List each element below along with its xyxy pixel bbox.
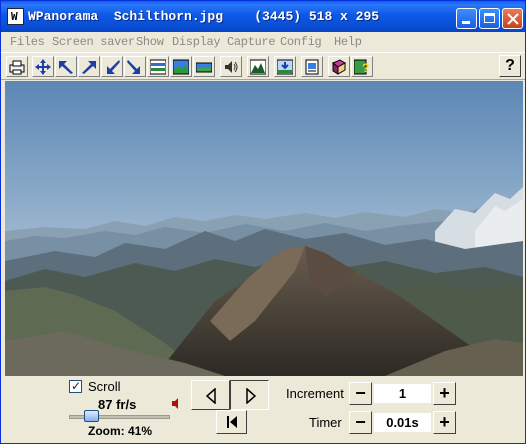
timer-plus-button[interactable]: + [433,411,456,434]
menu-files[interactable]: Files [10,35,45,49]
panorama-image [5,81,523,376]
print-icon [9,60,25,75]
timer-minus-button[interactable]: − [349,411,372,434]
panorama-strip-icon [150,59,166,75]
print-button[interactable] [6,56,28,77]
landscape-button[interactable] [247,56,269,77]
close-button[interactable] [502,8,523,29]
shrink-left-button[interactable] [55,56,77,77]
panorama-view[interactable] [5,81,523,376]
speaker-icon [172,398,178,409]
increment-value[interactable]: 1 [374,384,431,403]
image-help-button[interactable]: ? [351,56,373,77]
main-window: W WPanorama Schilthorn.jpg (3445) 518 x … [0,0,526,444]
document-icon [305,59,319,75]
window-title: WPanorama Schilthorn.jpg (3445) 518 x 29… [28,9,380,24]
horizon-button[interactable] [274,56,296,77]
sound-button[interactable] [220,56,242,77]
close-icon [507,13,519,25]
title-bar[interactable]: W WPanorama Schilthorn.jpg (3445) 518 x … [1,1,525,32]
menu-screen-saver[interactable]: Screen saver [52,35,135,49]
scroll-left-button[interactable] [191,380,230,410]
increment-plus-button[interactable]: + [433,382,456,405]
panorama-color-icon [173,59,189,75]
minimize-icon [462,21,470,24]
app-icon[interactable]: W [7,8,24,25]
book-icon [332,59,346,75]
shrink-down-icon [107,60,120,74]
menu-config[interactable]: Config [280,35,322,49]
menu-display[interactable]: Display [172,35,221,49]
move-icon [35,59,51,75]
book-button[interactable] [328,56,350,77]
shrink-down-button[interactable] [101,56,123,77]
scroll-checkbox[interactable]: ✓ [69,379,82,393]
help-button[interactable]: ? [499,55,521,77]
skip-back-icon [227,416,237,428]
panorama-strip-button[interactable] [147,56,169,77]
control-panel: ✓ Scroll 87 fr/s Zoom: 41% Increment − 1… [1,376,525,443]
toolbar: ? ? [1,52,525,80]
menu-show[interactable]: Show [136,35,164,49]
svg-text:?: ? [362,61,369,75]
horizon-icon [277,59,293,75]
expand-down-button[interactable] [124,56,146,77]
triangle-right-icon [246,388,257,404]
expand-right-icon [82,61,96,74]
panorama-color-button[interactable] [170,56,192,77]
minimize-button[interactable] [456,8,477,29]
fps-readout: 87 fr/s [98,397,137,412]
menu-capture[interactable]: Capture [227,35,276,49]
menu-bar: Files Screen saver Show Display Capture … [1,32,525,52]
expand-right-button[interactable] [78,56,100,77]
rewind-button[interactable] [216,410,247,434]
move-button[interactable] [32,56,54,77]
timer-label: Timer [309,415,342,430]
scroll-label: Scroll [88,379,121,394]
panorama-flat-icon [196,62,212,73]
checkmark-icon: ✓ [71,379,82,393]
document-button[interactable] [301,56,323,77]
menu-help[interactable]: Help [334,35,362,49]
shrink-left-icon [59,61,73,74]
expand-down-icon [127,60,140,74]
zoom-readout: Zoom: 41% [88,424,153,438]
image-help-icon: ? [354,59,369,75]
increment-minus-button[interactable]: − [349,382,372,405]
landscape-icon [250,59,266,75]
scroll-right-button[interactable] [230,380,269,410]
sound-icon [225,61,238,73]
maximize-button[interactable] [479,8,500,29]
triangle-left-icon [205,388,216,404]
maximize-icon [484,13,495,23]
increment-label: Increment [286,386,344,401]
zoom-slider-thumb[interactable] [84,410,99,422]
timer-value[interactable]: 0.01s [374,413,431,432]
panorama-flat-button[interactable] [193,56,215,77]
app-icon-letter: W [11,10,18,23]
